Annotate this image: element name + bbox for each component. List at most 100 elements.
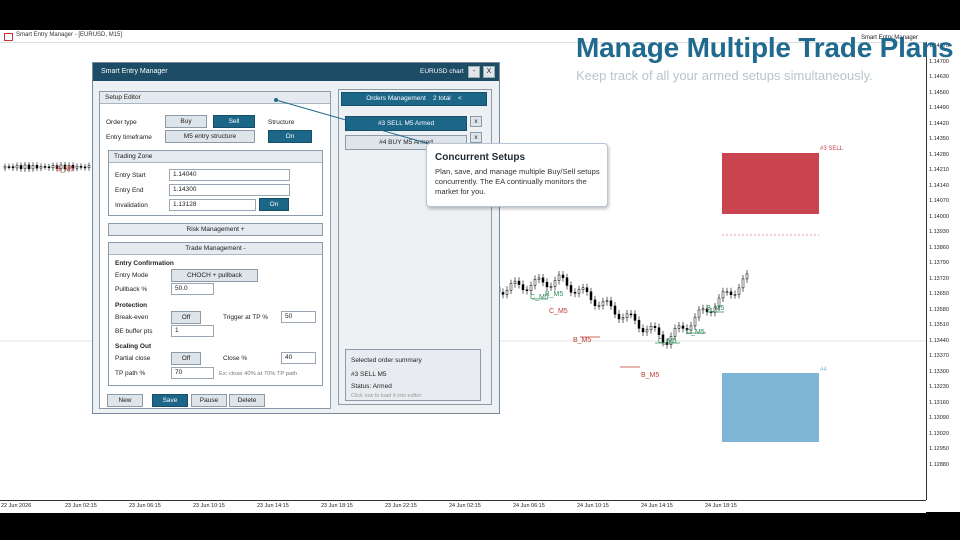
- candle: [601, 301, 605, 306]
- entry-end-input[interactable]: 1.14300: [169, 184, 290, 196]
- candle: [681, 325, 685, 329]
- candle: [541, 277, 545, 283]
- price-axis-label: 1.13860: [929, 244, 949, 251]
- candle: [83, 166, 87, 169]
- pullback-input[interactable]: 50.0: [171, 283, 214, 295]
- trigger-input[interactable]: 50: [281, 311, 316, 323]
- price-axis-label: 1.14490: [929, 105, 949, 111]
- delete-button[interactable]: Delete: [229, 394, 265, 407]
- candle: [625, 313, 629, 318]
- price-axis-label: 1.13020: [929, 430, 949, 437]
- price-axis-label: 1.13790: [929, 260, 949, 266]
- candle: [75, 166, 79, 169]
- structure-label: C_M5: [686, 329, 705, 336]
- entry-mode-select[interactable]: CHOCH + pullback: [171, 269, 258, 282]
- candle: [15, 165, 19, 169]
- candle: [87, 165, 91, 168]
- close-button[interactable]: X: [483, 66, 495, 78]
- candle: [729, 291, 733, 296]
- time-axis-label: 23 Jun 22:15: [385, 503, 417, 509]
- candle: [47, 166, 51, 169]
- candle: [569, 285, 573, 293]
- candle: [629, 313, 633, 316]
- entry-end-label: Entry End: [115, 187, 144, 194]
- time-axis-label: 24 Jun 06:15: [513, 503, 545, 509]
- candle: [721, 291, 725, 299]
- timeframe-select[interactable]: M5 entry structure: [165, 130, 255, 143]
- candle: [605, 300, 609, 303]
- invalidation-input[interactable]: 1.13128: [169, 199, 256, 211]
- candle: [621, 317, 625, 320]
- sell-zone-box[interactable]: [722, 153, 819, 214]
- candle: [677, 325, 681, 329]
- partial-close-label: Partial close: [115, 355, 151, 362]
- tp-path-label: TP path %: [115, 370, 146, 377]
- time-axis-label: 22 Jun 2026: [1, 503, 32, 509]
- entry-start-label: Entry Start: [115, 172, 146, 179]
- buy-button[interactable]: Buy: [165, 115, 207, 128]
- tp-path-input[interactable]: 70: [171, 367, 214, 379]
- time-axis-label: 23 Jun 14:15: [257, 503, 289, 509]
- risk-management-header[interactable]: Risk Management +: [108, 223, 323, 236]
- minimize-button[interactable]: -: [468, 66, 480, 78]
- time-axis-label: 23 Jun 02:15: [65, 503, 97, 509]
- partial-close-toggle[interactable]: Off: [171, 352, 201, 365]
- candle: [581, 287, 585, 290]
- candle: [609, 300, 613, 307]
- candle: [35, 165, 39, 169]
- trade-management-panel: Trade Management - Entry Confirmation En…: [108, 242, 323, 386]
- dialog-title-bar[interactable]: Smart Entry Manager EURUSD chart - X: [93, 63, 499, 81]
- promo-subheadline: Keep track of all your armed setups simu…: [576, 68, 873, 83]
- time-axis-label: 23 Jun 10:15: [193, 503, 225, 509]
- buy-zone-box[interactable]: [722, 373, 819, 442]
- candle: [653, 325, 657, 328]
- callout-title: Concurrent Setups: [435, 152, 526, 163]
- price-axis-label: 1.12950: [929, 446, 949, 452]
- pullback-label: Pullback %: [115, 286, 148, 293]
- price-axis-label: 1.13090: [929, 415, 949, 421]
- sell-button[interactable]: Sell: [213, 115, 255, 128]
- candle: [737, 287, 741, 295]
- time-axis-label: 24 Jun 02:15: [449, 503, 481, 509]
- pause-button[interactable]: Pause: [191, 394, 227, 407]
- candle: [39, 166, 43, 169]
- candle: [27, 164, 31, 170]
- callout-connector: [274, 98, 441, 148]
- candle: [649, 325, 653, 330]
- chart-icon: [4, 33, 13, 41]
- collapse-chevron-icon[interactable]: <: [458, 95, 462, 102]
- be-buffer-input[interactable]: 1: [171, 325, 214, 337]
- price-axis-label: 1.14280: [929, 151, 949, 158]
- entry-confirmation-heading: Entry Confirmation: [115, 260, 174, 267]
- invalidation-toggle[interactable]: On: [259, 198, 289, 211]
- candle: [725, 291, 729, 294]
- price-axis-label: 1.13510: [929, 322, 949, 328]
- candle: [513, 280, 517, 284]
- new-button[interactable]: New: [107, 394, 143, 407]
- time-axis[interactable]: 22 Jun 2026 23 Jun 02:15 23 Jun 06:15 23 Ju…: [0, 500, 926, 513]
- time-axis-label: 23 Jun 18:15: [321, 503, 353, 509]
- entry-timeframe-label: Entry timeframe: [106, 134, 152, 141]
- concurrent-setups-callout: Concurrent Setups Plan, save, and manage…: [426, 143, 608, 207]
- buy-zone-label: #4: [820, 367, 827, 373]
- candle: [31, 165, 35, 170]
- save-button[interactable]: Save: [152, 394, 188, 407]
- candle: [533, 278, 537, 286]
- structure-label: B_M5: [573, 337, 591, 344]
- remove-order-button[interactable]: x: [470, 132, 482, 143]
- close-pct-input[interactable]: 40: [281, 352, 316, 364]
- trade-management-header[interactable]: Trade Management -: [109, 243, 322, 255]
- remove-order-button[interactable]: x: [470, 116, 482, 127]
- candle: [529, 285, 533, 291]
- be-buffer-label: BE buffer pts: [115, 328, 153, 335]
- price-axis[interactable]: 1.14770 1.14700 1.14630 1.14560 1.14490 1.144…: [926, 42, 960, 500]
- break-even-toggle[interactable]: Off: [171, 311, 201, 324]
- time-axis-label: 23 Jun 06:15: [129, 503, 161, 509]
- price-axis-label: 1.14630: [929, 74, 949, 80]
- price-axis-label: 1.13930: [929, 229, 949, 235]
- candle: [545, 281, 549, 288]
- entry-start-input[interactable]: 1.14040: [169, 169, 290, 181]
- price-axis-label: 1.12880: [929, 461, 949, 468]
- summary-order: #3 SELL M5: [351, 371, 387, 378]
- candle: [613, 305, 617, 315]
